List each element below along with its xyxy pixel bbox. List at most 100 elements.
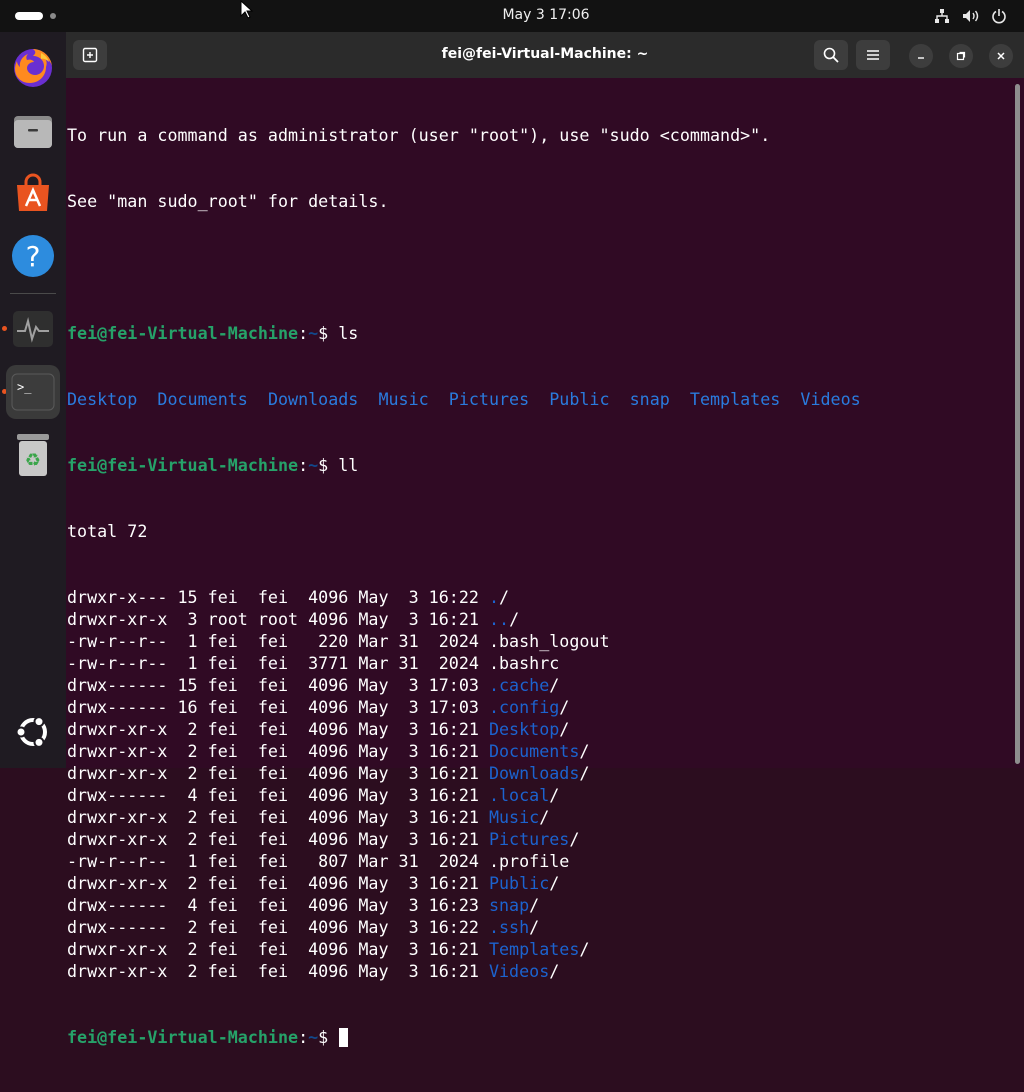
listing-suffix: / [579,763,590,783]
prompt-path: ~ [308,1027,319,1047]
active-prompt-line: fei@fei-Virtual-Machine:~$ [67,1026,1007,1048]
listing-meta: drwxr-xr-x 2 fei fei 4096 May 3 16:21 [67,939,489,959]
help-icon[interactable]: ? [6,229,60,283]
prompt-path: ~ [308,455,319,475]
listing-suffix: / [549,961,560,981]
total-line: total 72 [67,521,148,541]
top-bar: May 3 17:06 [0,0,1024,32]
prompt-user: fei@fei-Virtual-Machine [67,455,299,475]
files-icon[interactable] [6,103,60,157]
listing-row: -rw-r--r-- 1 fei fei 220 Mar 31 2024 .ba… [67,630,1007,652]
workspace-indicator[interactable] [50,13,56,19]
text-cursor [339,1028,349,1047]
prompt-user: fei@fei-Virtual-Machine [67,323,299,343]
trash-icon[interactable]: ♻ [6,428,60,482]
ls-dir-name: Desktop [67,389,138,409]
listing-meta: drwxr-xr-x 2 fei fei 4096 May 3 16:21 [67,829,489,849]
ls-dir-name: Music [378,389,429,409]
listing-filename: Templates [488,939,580,959]
power-icon[interactable] [989,6,1009,26]
listing-meta: drwx------ 2 fei fei 4096 May 3 16:22 [67,917,489,937]
listing-row: -rw-r--r-- 1 fei fei 807 Mar 31 2024 .pr… [67,850,1007,872]
listing-filename: Downloads [488,763,580,783]
listing-filename: .local [488,785,550,805]
ls-dir-name: Pictures [448,389,530,409]
firefox-icon[interactable] [6,40,60,94]
volume-icon[interactable] [961,6,981,26]
listing: drwxr-x--- 15 fei fei 4096 May 3 16:22 .… [67,586,1007,982]
listing-meta: drwx------ 15 fei fei 4096 May 3 17:03 [67,675,489,695]
svg-text:>_: >_ [17,380,32,394]
svg-text:?: ? [26,240,41,273]
listing-filename: .config [488,697,560,717]
listing-filename: Videos [488,961,550,981]
listing-filename: .. [488,609,510,629]
listing-row: drwxr-xr-x 2 fei fei 4096 May 3 16:21 Pi… [67,828,1007,850]
menu-icon[interactable] [856,40,890,70]
ls-dir-name: Documents [157,389,248,409]
listing-filename: . [488,587,500,607]
listing-row: drwx------ 15 fei fei 4096 May 3 17:03 .… [67,674,1007,696]
listing-row: drwxr-xr-x 2 fei fei 4096 May 3 16:21 De… [67,718,1007,740]
app-center-icon[interactable] [6,166,60,220]
command-line: fei@fei-Virtual-Machine:~$ ls [67,323,359,343]
listing-row: drwx------ 16 fei fei 4096 May 3 17:03 .… [67,696,1007,718]
listing-meta: -rw-r--r-- 1 fei fei 220 Mar 31 2024 [67,631,489,651]
clock[interactable]: May 3 17:06 [502,7,589,23]
listing-meta: drwxr-xr-x 2 fei fei 4096 May 3 16:21 [67,719,489,739]
listing-meta: -rw-r--r-- 1 fei fei 807 Mar 31 2024 [67,851,489,871]
listing-meta: drwx------ 4 fei fei 4096 May 3 16:21 [67,785,489,805]
terminal-output[interactable]: To run a command as administrator (user … [67,80,1007,1047]
listing-filename: Pictures [488,829,570,849]
command-text: ll [338,455,359,475]
terminal-icon[interactable]: >_ [6,365,60,419]
motd-line: See "man sudo_root" for details. [67,191,389,211]
listing-row: drwx------ 4 fei fei 4096 May 3 16:23 sn… [67,894,1007,916]
listing-row: drwx------ 4 fei fei 4096 May 3 16:21 .l… [67,784,1007,806]
title-bar[interactable]: fei@fei-Virtual-Machine: ~ [66,32,1024,78]
restore-icon[interactable] [949,44,973,68]
listing-row: drwxr-xr-x 3 root root 4096 May 3 16:21 … [67,608,1007,630]
listing-suffix: / [559,697,570,717]
listing-row: -rw-r--r-- 1 fei fei 3771 Mar 31 2024 .b… [67,652,1007,674]
listing-meta: drwxr-xr-x 2 fei fei 4096 May 3 16:21 [67,873,489,893]
listing-filename: .bashrc [488,653,560,673]
listing-suffix: / [579,741,590,761]
command-text: ls [338,323,359,343]
listing-suffix: / [549,873,560,893]
close-icon[interactable] [989,44,1013,68]
search-icon[interactable] [814,40,848,70]
listing-meta: drwxr-xr-x 2 fei fei 4096 May 3 16:21 [67,763,489,783]
window-title: fei@fei-Virtual-Machine: ~ [441,46,649,62]
motd-line: To run a command as administrator (user … [67,125,771,145]
listing-row: drwxr-xr-x 2 fei fei 4096 May 3 16:21 Vi… [67,960,1007,982]
listing-suffix: / [549,785,560,805]
command-line: fei@fei-Virtual-Machine:~$ ll [67,455,359,475]
listing-meta: drwxr-xr-x 2 fei fei 4096 May 3 16:21 [67,741,489,761]
listing-row: drwxr-xr-x 2 fei fei 4096 May 3 16:21 Pu… [67,872,1007,894]
svg-text:♻: ♻ [25,450,41,471]
listing-meta: drwxr-x--- 15 fei fei 4096 May 3 16:22 [67,587,489,607]
ls-dir-name: snap [629,389,670,409]
minimize-icon[interactable] [909,44,933,68]
listing-meta: -rw-r--r-- 1 fei fei 3771 Mar 31 2024 [67,653,489,673]
listing-meta: drwxr-xr-x 2 fei fei 4096 May 3 16:21 [67,961,489,981]
ls-dir-name: Public [549,389,610,409]
scrollbar[interactable] [1015,84,1020,764]
workspace-indicator-active[interactable] [15,12,43,20]
listing-filename: Public [488,873,550,893]
listing-suffix: / [499,587,510,607]
listing-filename: snap [488,895,530,915]
ls-dir-name: Downloads [267,389,359,409]
system-monitor-icon[interactable] [6,302,60,356]
dock-separator [10,293,56,294]
prompt-path: ~ [308,323,319,343]
listing-filename: Music [488,807,540,827]
listing-suffix: / [509,609,520,629]
listing-filename: .bash_logout [488,631,610,651]
network-icon[interactable] [932,6,952,26]
ubuntu-logo-icon[interactable] [6,705,60,759]
listing-suffix: / [569,829,580,849]
new-tab-icon[interactable] [73,40,107,70]
